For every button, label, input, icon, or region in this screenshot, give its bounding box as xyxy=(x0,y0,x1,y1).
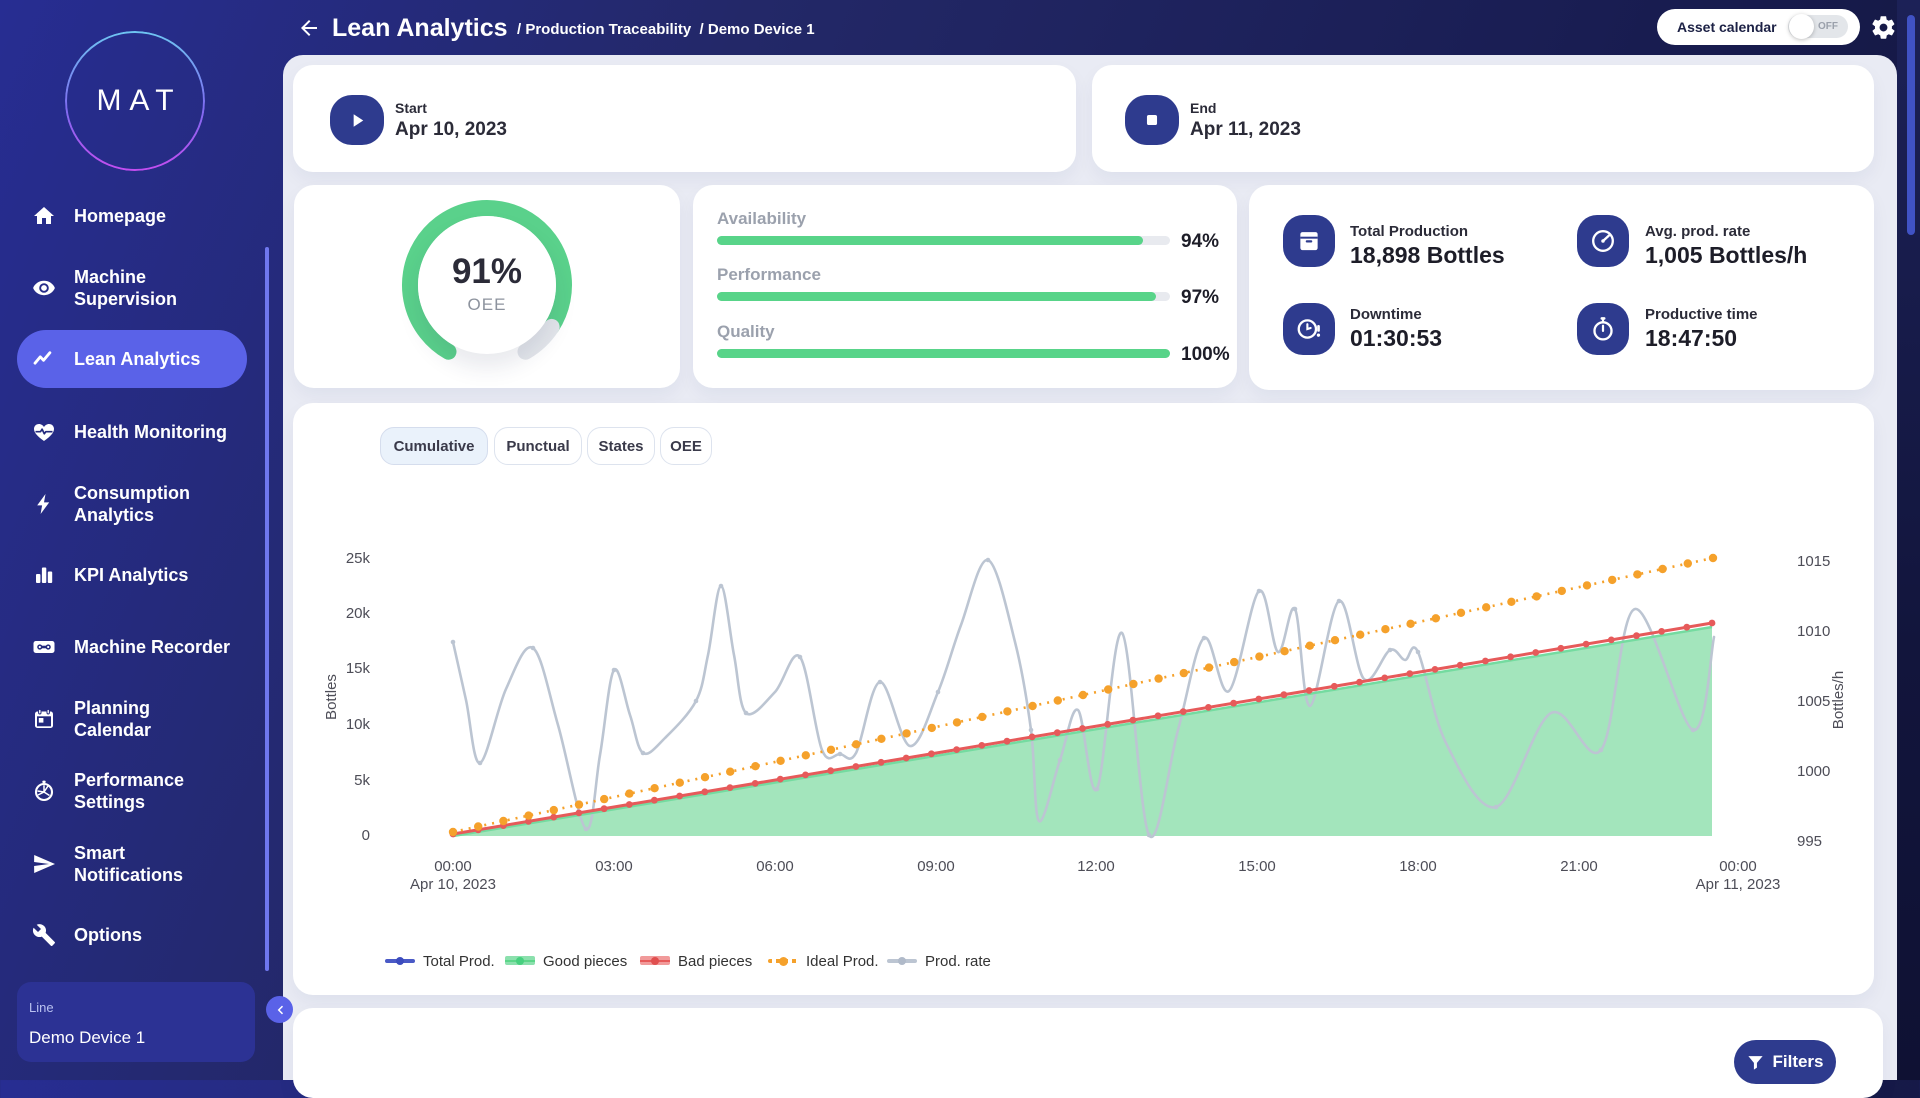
svg-text:1005: 1005 xyxy=(1797,693,1830,710)
svg-text:1015: 1015 xyxy=(1797,553,1830,570)
svg-text:25k: 25k xyxy=(346,550,371,567)
svg-text:18:00: 18:00 xyxy=(1399,858,1437,875)
svg-text:Bottles: Bottles xyxy=(323,674,340,720)
svg-text:Bottles/h: Bottles/h xyxy=(1830,671,1847,729)
svg-text:15:00: 15:00 xyxy=(1238,858,1276,875)
svg-text:21:00: 21:00 xyxy=(1560,858,1598,875)
svg-text:1000: 1000 xyxy=(1797,763,1830,780)
svg-text:Apr 10, 2023: Apr 10, 2023 xyxy=(410,876,496,893)
svg-text:1010: 1010 xyxy=(1797,623,1830,640)
svg-text:09:00: 09:00 xyxy=(917,858,955,875)
svg-text:00:00: 00:00 xyxy=(434,858,472,875)
svg-text:03:00: 03:00 xyxy=(595,858,633,875)
svg-text:5k: 5k xyxy=(354,772,370,789)
svg-text:Apr 11, 2023: Apr 11, 2023 xyxy=(1696,876,1781,893)
svg-text:0: 0 xyxy=(362,827,370,844)
svg-text:15k: 15k xyxy=(346,660,371,677)
svg-text:995: 995 xyxy=(1797,833,1822,850)
svg-text:12:00: 12:00 xyxy=(1077,858,1115,875)
svg-text:10k: 10k xyxy=(346,716,371,733)
svg-text:00:00: 00:00 xyxy=(1719,858,1757,875)
svg-text:06:00: 06:00 xyxy=(756,858,794,875)
svg-text:20k: 20k xyxy=(346,605,371,622)
